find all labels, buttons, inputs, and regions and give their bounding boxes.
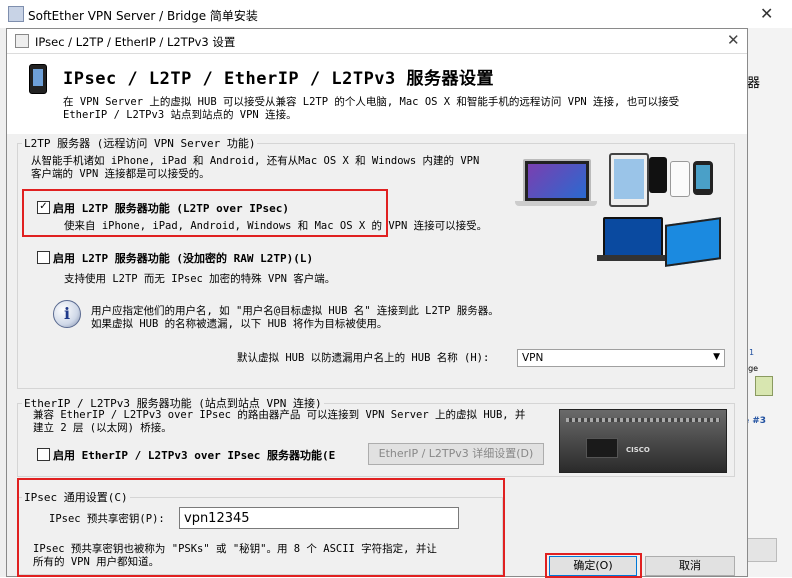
background-text-fragment: 器 bbox=[747, 76, 761, 91]
phone-black-icon bbox=[649, 157, 667, 193]
dialog-titlebar: IPsec / L2TP / EtherIP / L2TPv3 设置 ✕ bbox=[7, 29, 747, 54]
network-diagram-icon bbox=[755, 376, 773, 396]
intro-line: EtherIP / L2TPv3 站点到站点的 VPN 连接。 bbox=[63, 109, 297, 121]
client-devices-illustration bbox=[515, 151, 725, 267]
enable-l2tp-ipsec-label[interactable]: 启用 L2TP 服务器功能 (L2TP over IPsec) bbox=[53, 200, 289, 216]
enable-raw-l2tp-checkbox[interactable] bbox=[37, 251, 50, 264]
header-title: IPsec / L2TP / EtherIP / L2TPv3 服务器设置 bbox=[63, 69, 495, 89]
router-brand: CISCO bbox=[626, 446, 650, 454]
info-text: 用户应指定他们的用户名, 如 "用户名@目标虚拟 HUB 名" 连接到此 L2T… bbox=[91, 305, 721, 331]
enable-l2tp-ipsec-desc: 使来自 iPhone, iPad, Android, Windows 和 Mac… bbox=[64, 220, 488, 232]
enable-etherip-checkbox[interactable] bbox=[37, 448, 50, 461]
l2tp-group-legend: L2TP 服务器 (远程访问 VPN Server 功能) bbox=[24, 137, 256, 150]
etherip-description: 兼容 EtherIP / L2TPv3 over IPsec 的路由器产品 可以… bbox=[33, 409, 553, 435]
intro-text: 在 VPN Server 上的虚拟 HUB 可以接受从兼容 L2TP 的个人电脑… bbox=[63, 96, 733, 122]
outer-window-titlebar: SoftEther VPN Server / Bridge 简单安装 ✕ bbox=[0, 0, 792, 28]
psk-note-line: 所有的 VPN 用户都知道。 bbox=[33, 556, 160, 568]
outer-window-title: SoftEther VPN Server / Bridge 简单安装 bbox=[28, 9, 258, 23]
ok-button[interactable]: 确定(O) bbox=[549, 556, 637, 576]
outer-close-icon[interactable]: ✕ bbox=[760, 4, 773, 23]
info-line: 如果虚拟 HUB 的名称被遗漏, 以下 HUB 将作为目标被使用。 bbox=[91, 318, 388, 330]
smartphone-icon bbox=[29, 64, 47, 94]
psk-input[interactable] bbox=[179, 507, 459, 529]
background-text-fragment: 1 bbox=[749, 348, 755, 357]
default-hub-label: 默认虚拟 HUB 以防遗漏用户名上的 HUB 名称 (H): bbox=[237, 352, 490, 364]
default-hub-select[interactable]: VPN ▼ bbox=[517, 349, 725, 367]
tablet-icon bbox=[609, 153, 649, 207]
etherip-desc-line: 兼容 EtherIP / L2TPv3 over IPsec 的路由器产品 可以… bbox=[33, 409, 526, 421]
psk-note-line: IPsec 预共享密钥也被称为 "PSKs" 或 "秘钥"。用 8 个 ASCI… bbox=[33, 543, 437, 555]
android-phone-icon bbox=[693, 161, 713, 195]
dialog-header: IPsec / L2TP / EtherIP / L2TPv3 服务器设置 在 … bbox=[7, 54, 747, 134]
l2tp-desc-line: 客户端的 VPN 连接都是可以接受的。 bbox=[31, 168, 210, 180]
intro-line: 在 VPN Server 上的虚拟 HUB 可以接受从兼容 L2TP 的个人电脑… bbox=[63, 96, 680, 108]
info-icon: i bbox=[53, 300, 81, 328]
enable-etherip-label[interactable]: 启用 EtherIP / L2TPv3 over IPsec 服务器功能(E bbox=[53, 447, 365, 463]
dialog-icon bbox=[15, 34, 29, 48]
router-illustration: CISCO bbox=[559, 409, 727, 473]
chevron-down-icon: ▼ bbox=[713, 352, 720, 362]
windows-laptop-icon bbox=[603, 217, 663, 257]
app-icon bbox=[8, 6, 24, 22]
ipsec-settings-dialog: IPsec / L2TP / EtherIP / L2TPv3 设置 ✕ IPs… bbox=[6, 28, 748, 578]
l2tp-description: 从智能手机诸如 iPhone, iPad 和 Android, 还有从Mac O… bbox=[31, 155, 511, 181]
dialog-title: IPsec / L2TP / EtherIP / L2TPv3 设置 bbox=[35, 35, 236, 49]
dialog-close-icon[interactable]: ✕ bbox=[727, 31, 740, 49]
psk-note: IPsec 预共享密钥也被称为 "PSKs" 或 "秘钥"。用 8 个 ASCI… bbox=[33, 543, 493, 569]
cancel-button[interactable]: 取消 bbox=[645, 556, 735, 576]
phone-white-icon bbox=[670, 161, 690, 197]
enable-raw-l2tp-label[interactable]: 启用 L2TP 服务器功能 (没加密的 RAW L2TP)(L) bbox=[53, 250, 313, 266]
info-line: 用户应指定他们的用户名, 如 "用户名@目标虚拟 HUB 名" 连接到此 L2T… bbox=[91, 305, 499, 317]
enable-l2tp-ipsec-checkbox[interactable]: ✓ bbox=[37, 201, 50, 214]
etherip-desc-line: 建立 2 层 (以太网) 桥接。 bbox=[33, 422, 172, 434]
psk-label: IPsec 预共享密钥(P): bbox=[49, 513, 165, 525]
router-port bbox=[586, 438, 618, 458]
default-hub-value: VPN bbox=[522, 352, 544, 364]
laptop-icon bbox=[523, 159, 591, 203]
etherip-detail-settings-button[interactable]: EtherIP / L2TPv3 详细设置(D) bbox=[368, 443, 544, 465]
l2tp-desc-line: 从智能手机诸如 iPhone, iPad 和 Android, 还有从Mac O… bbox=[31, 155, 480, 167]
windows-tablet-icon bbox=[665, 217, 721, 267]
raw-l2tp-desc: 支持使用 L2TP 而无 IPsec 加密的特殊 VPN 客户端。 bbox=[64, 273, 336, 285]
